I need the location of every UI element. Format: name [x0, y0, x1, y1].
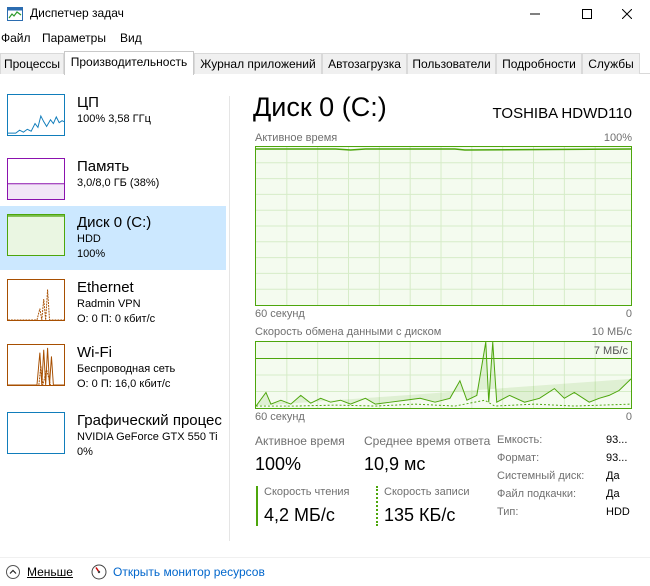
close-icon	[622, 9, 632, 19]
fewer-details-button[interactable]: Меньше	[27, 565, 73, 579]
performance-sidebar: ЦП 100% 3,58 ГГц Память 3,0/8,0 ГБ (38%)…	[0, 86, 226, 472]
sidebar-item-gpu[interactable]: Графический процес NVIDIA GeForce GTX 55…	[0, 404, 226, 468]
cpu-thumbnail	[7, 94, 65, 136]
capacity-value: 93...	[606, 434, 628, 446]
sidebar-sub: 3,0/8,0 ГБ (38%)	[77, 177, 160, 189]
read-speed-indicator	[256, 486, 258, 526]
panel-divider	[229, 96, 230, 541]
sidebar-item-ethernet[interactable]: Ethernet Radmin VPN О: 0 П: 0 кбит/с	[0, 271, 226, 335]
disk-model: TOSHIBA HDWD110	[492, 105, 632, 122]
tab-details[interactable]: Подробности	[496, 53, 582, 74]
active-time-stat-label: Активное время	[255, 434, 345, 448]
chevron-up-icon[interactable]	[6, 565, 20, 579]
sidebar-title: Графический процес	[77, 412, 222, 429]
tab-app-history[interactable]: Журнал приложений	[194, 53, 322, 74]
tab-bar: Процессы Производительность Журнал прило…	[0, 51, 650, 75]
wifi-thumbnail	[7, 344, 65, 386]
menu-options[interactable]: Параметры	[42, 31, 106, 45]
chart-active-time-min: 0	[625, 308, 632, 320]
format-value: 93...	[606, 452, 628, 464]
tab-processes[interactable]: Процессы	[0, 53, 64, 74]
write-speed-value: 135 КБ/с	[384, 505, 456, 525]
sidebar-title: Ethernet	[77, 279, 134, 296]
chart-transfer-xlabel: 60 секунд	[255, 411, 305, 423]
write-speed-indicator	[376, 486, 378, 526]
chart-transfer-label: Скорость обмена данными с диском	[255, 326, 442, 338]
menu-view[interactable]: Вид	[120, 31, 142, 45]
tab-users[interactable]: Пользователи	[407, 53, 496, 74]
type-value: HDD	[606, 506, 630, 518]
sidebar-title: Диск 0 (C:)	[77, 214, 152, 231]
sidebar-sub: 100% 3,58 ГГц	[77, 113, 151, 125]
sidebar-sub-2: 0%	[77, 446, 93, 458]
window-title: Диспетчер задач	[30, 6, 124, 20]
ethernet-thumbnail	[7, 279, 65, 321]
type-label: Тип:	[497, 506, 519, 518]
sidebar-sub: Radmin VPN	[77, 298, 141, 310]
minimize-button[interactable]	[512, 0, 558, 28]
system-disk-label: Системный диск:	[497, 470, 585, 482]
system-disk-value: Да	[606, 470, 620, 482]
menu-bar: Файл Параметры Вид	[0, 28, 650, 50]
sidebar-title: Wi-Fi	[77, 344, 112, 361]
capacity-label: Емкость:	[497, 434, 543, 446]
task-manager-icon	[7, 7, 23, 21]
read-speed-value: 4,2 МБ/с	[264, 505, 335, 525]
menu-file[interactable]: Файл	[1, 31, 31, 45]
response-time-stat-label: Среднее время ответа	[364, 434, 491, 448]
page-file-label: Файл подкачки:	[497, 488, 577, 500]
sidebar-title: ЦП	[77, 94, 99, 111]
sidebar-sub: HDD	[77, 233, 101, 245]
sidebar-item-disk[interactable]: Диск 0 (C:) HDD 100%	[0, 206, 226, 270]
sidebar-item-memory[interactable]: Память 3,0/8,0 ГБ (38%)	[0, 150, 226, 214]
resource-monitor-icon	[91, 564, 107, 580]
minimize-icon	[530, 13, 540, 15]
tab-startup[interactable]: Автозагрузка	[322, 53, 407, 74]
sidebar-item-wifi[interactable]: Wi-Fi Беспроводная сеть О: 0 П: 16,0 кби…	[0, 336, 226, 400]
chart-active-time-label: Активное время	[255, 132, 338, 144]
page-file-value: Да	[606, 488, 620, 500]
write-speed-label: Скорость записи	[384, 486, 470, 498]
memory-thumbnail	[7, 158, 65, 200]
chart-transfer-inner-max: 7 МБ/с	[593, 345, 628, 357]
chart-transfer-min: 0	[625, 411, 632, 423]
tab-services[interactable]: Службы	[582, 53, 640, 74]
read-speed-label: Скорость чтения	[264, 486, 350, 498]
active-time-stat-value: 100%	[255, 454, 302, 474]
sidebar-sub-2: О: 0 П: 0 кбит/с	[77, 313, 156, 325]
chart-active-time-max: 100%	[603, 132, 632, 144]
maximize-icon	[582, 9, 592, 19]
sidebar-sub: NVIDIA GeForce GTX 550 Ti	[77, 431, 218, 443]
sidebar-sub: Беспроводная сеть	[77, 363, 176, 375]
sidebar-title: Память	[77, 158, 130, 175]
footer: Меньше Открыть монитор ресурсов	[0, 557, 650, 586]
tab-performance[interactable]: Производительность	[64, 51, 194, 75]
open-resource-monitor-link[interactable]: Открыть монитор ресурсов	[113, 565, 265, 579]
sidebar-sub-2: 100%	[77, 248, 106, 260]
chart-transfer-max: 10 МБ/с	[591, 326, 632, 338]
chart-active-time-xlabel: 60 секунд	[255, 308, 305, 320]
disk-title: Диск 0 (C:)	[253, 92, 387, 122]
close-button[interactable]	[604, 0, 650, 28]
disk-thumbnail	[7, 214, 65, 256]
sidebar-item-cpu[interactable]: ЦП 100% 3,58 ГГц	[0, 86, 226, 150]
sidebar-sub-2: О: 0 П: 16,0 кбит/с	[77, 378, 171, 390]
title-bar: Диспетчер задач	[0, 0, 650, 28]
format-label: Формат:	[497, 452, 540, 464]
active-time-chart	[255, 146, 632, 306]
gpu-thumbnail	[7, 412, 65, 454]
response-time-stat-value: 10,9 мс	[364, 454, 426, 474]
